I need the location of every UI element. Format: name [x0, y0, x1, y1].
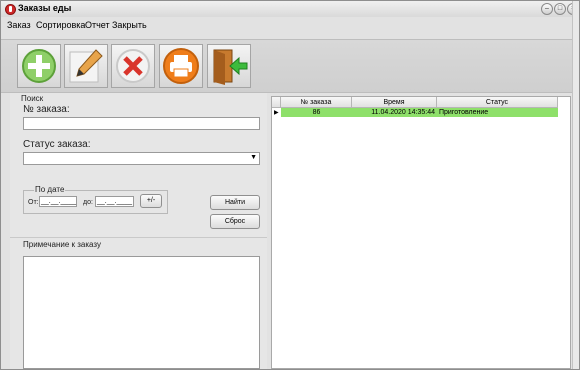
- reset-button[interactable]: Сброс: [210, 214, 260, 229]
- order-number-label: № заказа:: [23, 104, 70, 115]
- order-number-input[interactable]: [23, 117, 260, 130]
- order-status-select[interactable]: ▼: [23, 152, 260, 165]
- column-header-order-number[interactable]: № заказа: [281, 97, 352, 108]
- date-from-label: От:: [28, 199, 39, 206]
- row-header-corner: [272, 97, 281, 108]
- chevron-down-icon: ▼: [250, 154, 257, 161]
- toolbar: [1, 39, 579, 93]
- menu-report[interactable]: Отчет: [85, 20, 110, 30]
- cell-order-number: 86: [281, 108, 352, 117]
- column-header-time[interactable]: Время: [352, 97, 437, 108]
- search-panel: Поиск № заказа: Статус заказа: ▼ По дате…: [10, 93, 267, 369]
- search-group-title: Поиск: [21, 94, 44, 103]
- date-group-title: По дате: [34, 185, 66, 194]
- menu-bar: Заказ Сортировка Отчет Закрыть: [1, 18, 579, 32]
- pencil-icon: [69, 49, 103, 83]
- print-button[interactable]: [159, 44, 203, 88]
- exit-door-icon: [213, 49, 248, 85]
- date-to-label: до:: [83, 199, 93, 206]
- cell-time: 11.04.2020 14:35:44: [352, 108, 437, 117]
- close-icon: [116, 49, 150, 83]
- current-row-marker-icon: ▶: [274, 110, 279, 116]
- column-header-status[interactable]: Статус: [437, 97, 558, 108]
- add-button[interactable]: [17, 44, 61, 88]
- maximize-button[interactable]: □: [554, 3, 566, 15]
- note-textarea[interactable]: [23, 256, 260, 369]
- date-from-input[interactable]: __.__.____: [39, 196, 77, 207]
- note-title: Примечание к заказу: [23, 240, 101, 249]
- title-bar: Заказы еды – □ ×: [1, 1, 579, 17]
- edit-button[interactable]: [64, 44, 108, 88]
- printer-icon: [163, 48, 199, 84]
- minimize-button[interactable]: –: [541, 3, 553, 15]
- order-status-label: Статус заказа:: [23, 139, 91, 150]
- cell-status: Приготовление: [437, 108, 558, 117]
- plus-icon: [22, 49, 56, 83]
- window-title: Заказы еды: [18, 3, 72, 13]
- menu-order[interactable]: Заказ: [7, 20, 31, 30]
- exit-button[interactable]: [207, 44, 251, 88]
- table-row[interactable]: ▶ 86 11.04.2020 14:35:44 Приготовление: [272, 108, 570, 117]
- window-scrollbar[interactable]: [572, 1, 579, 369]
- app-icon: [5, 4, 16, 15]
- date-range-button[interactable]: +/-: [140, 194, 162, 208]
- menu-sort[interactable]: Сортировка: [36, 20, 85, 30]
- app-window: Заказы еды – □ × Заказ Сортировка Отчет …: [0, 0, 580, 370]
- date-to-input[interactable]: __.__.____: [95, 196, 134, 207]
- orders-table: № заказа Время Статус ▶ 86 11.04.2020 14…: [271, 96, 571, 369]
- menu-close[interactable]: Закрыть: [112, 20, 147, 30]
- delete-button[interactable]: [111, 44, 155, 88]
- panel-divider: [10, 237, 267, 238]
- find-button[interactable]: Найти: [210, 195, 260, 210]
- date-filter-group: По дате От: __.__.____ до: __.__.____ +/…: [23, 185, 168, 214]
